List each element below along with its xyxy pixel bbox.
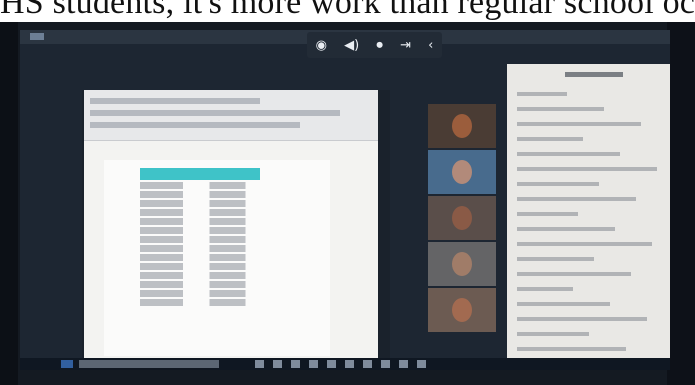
chat-title (565, 72, 623, 77)
participant-gallery (428, 104, 496, 362)
table-row (140, 263, 260, 270)
table-row (140, 299, 260, 306)
meeting-controls[interactable]: ◉ ◀) ⏺ ⇥ ‹ (307, 32, 442, 58)
table-header (140, 168, 260, 180)
participant-video-tile[interactable] (428, 150, 496, 194)
table-row (140, 218, 260, 225)
participant-face (452, 160, 472, 184)
table-row (140, 254, 260, 261)
taskbar-app-icon[interactable] (363, 360, 372, 368)
chat-message (517, 197, 636, 201)
windows-taskbar (20, 358, 670, 370)
app-logo-icon (30, 33, 44, 40)
taskbar-app-icon[interactable] (273, 360, 282, 368)
participant-video-tile[interactable] (428, 196, 496, 240)
table-row (140, 227, 260, 234)
table-row (140, 236, 260, 243)
participant-face (452, 298, 472, 322)
table-row (140, 209, 260, 216)
shared-screen (82, 90, 390, 366)
participant-video-tile[interactable] (428, 104, 496, 148)
chat-message (517, 257, 594, 261)
table-row (140, 200, 260, 207)
chat-message (517, 317, 647, 321)
photo-caption: HS students, it's more work than regular… (0, 0, 695, 21)
taskbar-app-icon[interactable] (345, 360, 354, 368)
taskbar-app-icon[interactable] (399, 360, 408, 368)
start-icon[interactable] (61, 360, 73, 368)
chat-message (517, 302, 610, 306)
participant-face (452, 114, 472, 138)
chrome-icon[interactable]: ◉ (316, 38, 327, 53)
monitor-screen: ◉ ◀) ⏺ ⇥ ‹ (20, 30, 670, 370)
document-page (104, 160, 330, 356)
chat-message (517, 167, 657, 171)
volume-icon[interactable]: ◀) (344, 38, 359, 53)
chat-message (517, 332, 589, 336)
ribbon-row (90, 98, 260, 104)
taskbar-app-icon[interactable] (327, 360, 336, 368)
chat-message (517, 212, 578, 216)
ribbon-row (90, 110, 340, 116)
word-ribbon (84, 90, 378, 141)
taskbar-app-icon[interactable] (291, 360, 300, 368)
participant-video-tile[interactable] (428, 242, 496, 286)
table-row (140, 281, 260, 288)
chevron-left-icon[interactable]: ‹ (428, 38, 433, 53)
monitor-photo: ◉ ◀) ⏺ ⇥ ‹ (0, 22, 695, 385)
taskbar-app-icon[interactable] (309, 360, 318, 368)
taskbar-app-icon[interactable] (381, 360, 390, 368)
participant-face (452, 252, 472, 276)
table-row (140, 290, 260, 297)
table-row (140, 182, 260, 189)
exit-icon[interactable]: ⇥ (400, 38, 411, 53)
chat-message (517, 137, 583, 141)
chat-message (517, 347, 626, 351)
chat-message (517, 107, 604, 111)
chat-message (517, 242, 652, 246)
ribbon-row (90, 122, 300, 128)
document-table (140, 168, 260, 308)
taskbar-app-icon[interactable] (255, 360, 264, 368)
participant-video-tile[interactable] (428, 288, 496, 332)
chat-message (517, 92, 567, 96)
chat-message (517, 122, 641, 126)
chat-panel[interactable] (507, 64, 670, 370)
table-row (140, 245, 260, 252)
table-row (140, 191, 260, 198)
monitor-bezel-right (667, 22, 695, 385)
chat-message (517, 182, 599, 186)
chat-message (517, 227, 615, 231)
taskbar-search[interactable] (79, 360, 219, 368)
media-icon[interactable]: ⏺ (376, 38, 383, 53)
participant-face (452, 206, 472, 230)
taskbar-app-icon[interactable] (417, 360, 426, 368)
chat-message (517, 152, 620, 156)
word-window (84, 90, 378, 362)
table-row (140, 272, 260, 279)
monitor-bezel-left (0, 22, 18, 385)
chat-message (517, 287, 573, 291)
chat-message (517, 272, 631, 276)
